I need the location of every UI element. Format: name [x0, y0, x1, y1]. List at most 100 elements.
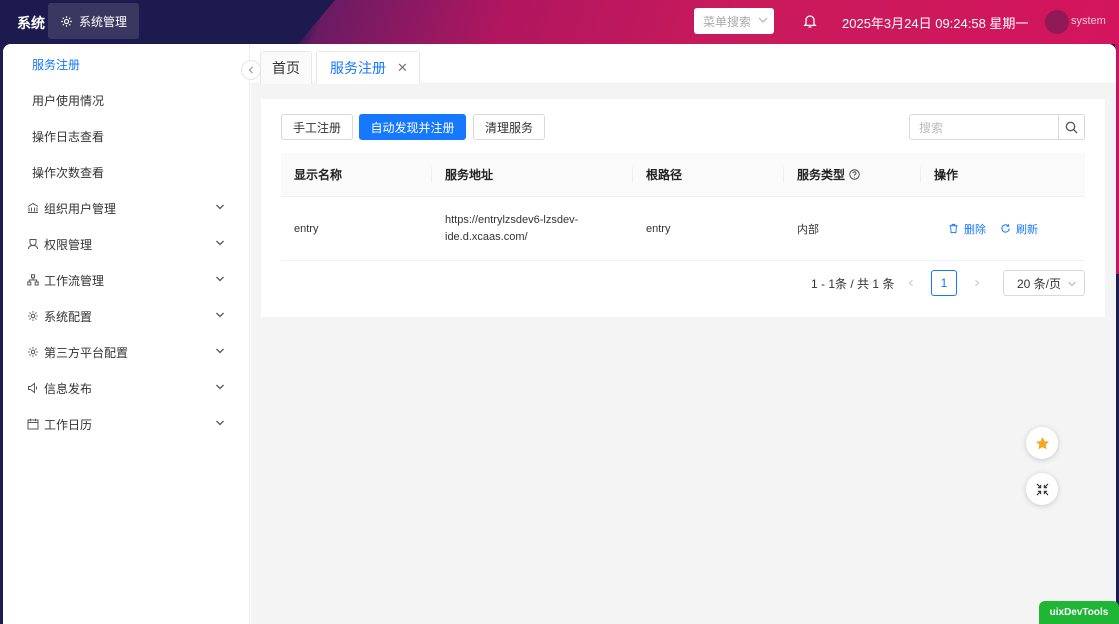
table-header: 显示名称 服务地址 根路径 服务类型 操作 — [281, 153, 1085, 197]
sidebar-group-publish-info[interactable]: 信息发布 — [3, 370, 249, 406]
username[interactable]: system — [1071, 15, 1106, 27]
chevron-right-icon — [975, 279, 980, 287]
pagination-page-1[interactable]: 1 — [931, 270, 957, 296]
sidebar-item-label: 操作次数查看 — [32, 165, 105, 180]
main-frame: 服务注册 用户使用情况 操作日志查看 操作次数查看 组织用户管理 权限管理 工作… — [3, 44, 1116, 624]
sidebar-group-permissions[interactable]: 权限管理 — [3, 226, 249, 262]
sidebar-item-label: 服务注册 — [32, 57, 81, 72]
table-row: entry https://entrylzsdev6-lzsdev- ide.d… — [281, 197, 1085, 261]
favorite-button[interactable] — [1026, 427, 1058, 459]
sidebar-group-label: 权限管理 — [44, 237, 93, 252]
pagination-next-button[interactable] — [964, 270, 990, 296]
cell-name: entry — [294, 222, 319, 235]
sidebar-collapse-button[interactable] — [241, 60, 261, 80]
search-input[interactable]: 搜索 — [910, 115, 1058, 139]
calendar-icon — [26, 417, 40, 431]
delete-label: 删除 — [964, 223, 986, 236]
column-header-actions: 操作 — [934, 168, 959, 182]
tab-service-register[interactable]: 服务注册 ✕ — [316, 51, 420, 84]
cell-service-type: 内部 — [797, 223, 819, 236]
column-header-service-type: 服务类型 — [797, 153, 860, 196]
workflow-icon — [26, 273, 40, 287]
chevron-left-icon — [908, 279, 913, 287]
avatar[interactable] — [1045, 10, 1069, 34]
sidebar-item-label: 操作日志查看 — [32, 129, 105, 144]
cell-root-path: entry — [646, 222, 671, 235]
trash-icon — [949, 223, 958, 234]
menu-search-select[interactable]: 菜单搜索 — [694, 8, 774, 34]
search-button[interactable] — [1058, 115, 1084, 139]
chevron-left-icon — [248, 66, 253, 74]
column-header-name: 显示名称 — [294, 168, 343, 182]
chevron-down-icon — [758, 17, 768, 23]
search-icon — [1065, 121, 1078, 133]
sidebar-group-label: 系统配置 — [44, 309, 93, 324]
sidebar-group-label: 信息发布 — [44, 381, 93, 396]
column-header-service-type-label: 服务类型 — [797, 168, 846, 182]
system-management-button[interactable]: 系统管理 — [48, 3, 139, 39]
help-circle-icon[interactable] — [849, 169, 860, 180]
column-divider — [783, 167, 784, 183]
star-icon — [1035, 436, 1049, 449]
app-brand: 系统 — [17, 15, 45, 31]
pagination-prev-button[interactable] — [898, 270, 924, 296]
top-header: 系统 系统管理 菜单搜索 2025年3月24日 09:24:58 星期一 sys… — [0, 0, 1119, 44]
manual-register-button[interactable]: 手工注册 — [281, 114, 353, 140]
chevron-down-icon — [216, 276, 224, 282]
sidebar-item-label: 用户使用情况 — [32, 93, 105, 108]
page-size-select[interactable]: 20 条/页 — [1003, 270, 1085, 296]
cell-address: https://entrylzsdev6-lzsdev- ide.d.xcaas… — [445, 197, 578, 260]
close-icon[interactable]: ✕ — [397, 60, 408, 76]
chevron-down-icon — [1068, 281, 1076, 287]
sidebar-group-third-party-config[interactable]: 第三方平台配置 — [3, 334, 249, 370]
cell-address-line: ide.d.xcaas.com/ — [445, 230, 528, 243]
chevron-down-icon — [216, 384, 224, 390]
chevron-down-icon — [216, 348, 224, 354]
sidebar-group-label: 组织用户管理 — [44, 201, 117, 216]
sidebar-group-org-users[interactable]: 组织用户管理 — [3, 190, 249, 226]
datetime-display: 2025年3月24日 09:24:58 星期一 — [842, 16, 1029, 31]
column-divider — [632, 167, 633, 183]
chevron-down-icon — [216, 312, 224, 318]
bell-icon[interactable] — [803, 13, 817, 32]
column-divider — [920, 167, 921, 183]
table-search: 搜索 — [909, 114, 1085, 140]
chevron-down-icon — [216, 420, 224, 426]
content-area: 首页 服务注册 ✕ 手工注册 自动发现并注册 清理服务 搜索 显示名称 服务地址 — [251, 44, 1116, 624]
column-divider — [431, 167, 432, 183]
column-header-address: 服务地址 — [445, 168, 494, 182]
bank-icon — [26, 201, 40, 215]
clean-services-button[interactable]: 清理服务 — [473, 114, 545, 140]
gear-icon — [26, 309, 40, 323]
sidebar-group-system-config[interactable]: 系统配置 — [3, 298, 249, 334]
sidebar-item-operation-log[interactable]: 操作日志查看 — [3, 118, 249, 154]
cell-actions: 删除 刷新 — [948, 197, 1052, 260]
devtools-button[interactable]: uixDevTools — [1039, 601, 1119, 624]
sidebar-group-workflow[interactable]: 工作流管理 — [3, 262, 249, 298]
user-icon — [26, 237, 40, 251]
system-management-label: 系统管理 — [79, 14, 128, 29]
delete-button[interactable]: 删除 — [948, 221, 986, 237]
sidebar-item-service-register[interactable]: 服务注册 — [3, 46, 249, 82]
megaphone-icon — [26, 381, 40, 395]
sidebar-group-work-calendar[interactable]: 工作日历 — [3, 406, 249, 442]
menu-search-placeholder: 菜单搜索 — [703, 14, 752, 29]
cell-address-line: https://entrylzsdev6-lzsdev- — [445, 213, 579, 226]
tab-label: 服务注册 — [330, 60, 386, 76]
chevron-down-icon — [216, 240, 224, 246]
fullscreen-button[interactable] — [1026, 473, 1058, 505]
column-header-root-path: 根路径 — [646, 168, 683, 182]
sidebar-item-user-usage[interactable]: 用户使用情况 — [3, 82, 249, 118]
gear-icon — [61, 15, 72, 27]
sidebar-item-operation-count[interactable]: 操作次数查看 — [3, 154, 249, 190]
gear-icon — [26, 345, 40, 359]
refresh-button[interactable]: 刷新 — [1000, 221, 1038, 237]
chevron-down-icon — [216, 204, 224, 210]
sidebar-group-label: 工作流管理 — [44, 273, 105, 288]
auto-discover-register-button[interactable]: 自动发现并注册 — [359, 114, 466, 140]
tab-home[interactable]: 首页 — [260, 51, 312, 84]
pagination-summary: 1 - 1条 / 共 1 条 — [811, 276, 895, 291]
refresh-label: 刷新 — [1016, 223, 1038, 236]
tab-label: 首页 — [272, 60, 300, 76]
sidebar: 服务注册 用户使用情况 操作日志查看 操作次数查看 组织用户管理 权限管理 工作… — [3, 44, 250, 624]
